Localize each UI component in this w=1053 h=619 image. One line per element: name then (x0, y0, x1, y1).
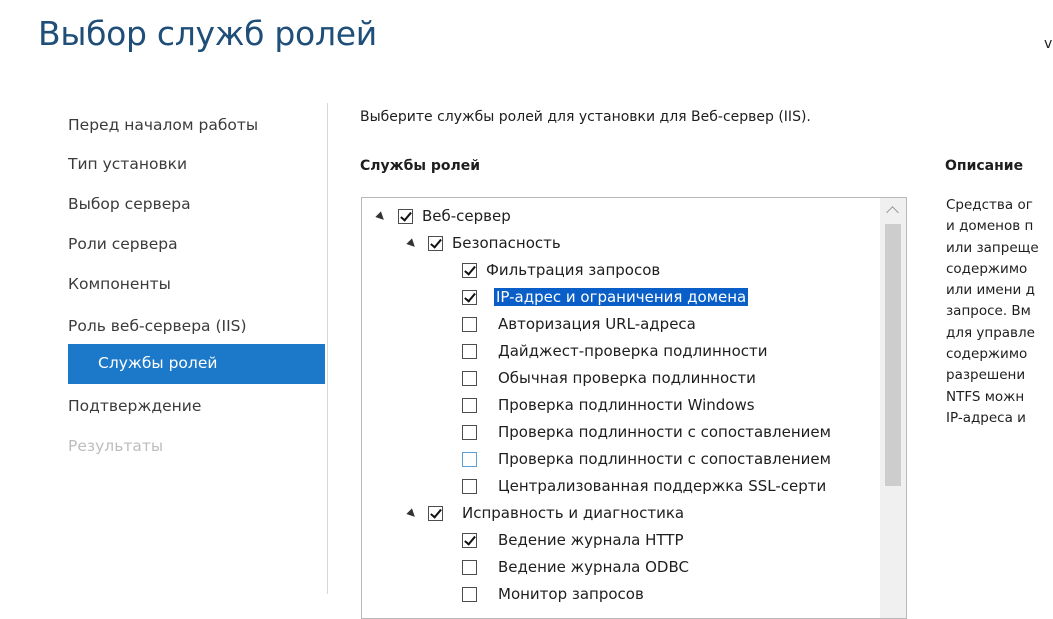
description-line: или запреще (946, 239, 1039, 256)
tree-item-client-cert-mapping-auth[interactable]: Проверка подлинности с сопоставлением (362, 421, 880, 448)
tree-item-windows-auth[interactable]: Проверка подлинности Windows (362, 394, 880, 421)
instruction-text: Выберите службы ролей для установки для … (360, 109, 811, 125)
tree-item-label: Проверка подлинности с сопоставлением (498, 423, 831, 441)
checkbox[interactable] (462, 317, 477, 332)
description-line: содержимо (946, 260, 1028, 277)
checkbox[interactable] (462, 290, 477, 305)
checkbox[interactable] (462, 452, 477, 467)
nav-item-web-server-role[interactable]: Роль веб-сервера (IIS) (68, 317, 247, 335)
description-line: и доменов п (946, 218, 1034, 235)
tree-item-health-diagnostics[interactable]: Исправность и диагностика (362, 502, 880, 529)
tree-item-label: Безопасность (452, 234, 561, 252)
tree-item-label: IP-адрес и ограничения домена (494, 288, 749, 306)
description-header: Описание (945, 158, 1024, 174)
vertical-scrollbar[interactable] (880, 198, 906, 618)
tree-item-label: Фильтрация запросов (486, 261, 661, 279)
checkbox[interactable] (462, 560, 477, 575)
tree-item-basic-auth[interactable]: Обычная проверка подлинности (362, 367, 880, 394)
tree-item-label: Проверка подлинности Windows (498, 396, 755, 414)
checkbox[interactable] (428, 236, 443, 251)
tree-item-ip-domain-restrictions[interactable]: IP-адрес и ограничения домена (362, 286, 880, 313)
tree-item-label: Централизованная поддержка SSL-серти (498, 477, 827, 495)
tree-item-digest-auth[interactable]: Дайджест-проверка подлинности (362, 340, 880, 367)
description-line: разрешени (946, 367, 1026, 384)
nav-divider (327, 103, 328, 594)
checkbox[interactable] (462, 398, 477, 413)
description-text: Средства ог и доменов п или запреще соде… (946, 195, 1053, 429)
nav-item-role-services-label: Службы ролей (98, 354, 218, 372)
nav-item-confirmation[interactable]: Подтверждение (68, 397, 201, 415)
description-line: Средства ог (946, 197, 1033, 213)
nav-item-features[interactable]: Компоненты (68, 275, 171, 293)
tree-item-label: Обычная проверка подлинности (498, 369, 756, 387)
checkbox[interactable] (428, 506, 443, 521)
scrollbar-thumb[interactable] (885, 224, 901, 486)
description-line: IP-адреса и (946, 409, 1026, 426)
checkbox[interactable] (462, 479, 477, 494)
checkbox[interactable] (462, 533, 477, 548)
description-line: запросе. Вм (946, 303, 1031, 320)
checkbox[interactable] (462, 263, 477, 278)
nav-item-role-services[interactable]: Службы ролей (68, 344, 325, 384)
tree-item-label: Монитор запросов (498, 585, 644, 603)
nav-item-before-you-begin[interactable]: Перед началом работы (68, 116, 258, 134)
nav-item-results: Результаты (68, 437, 164, 455)
tree-item-odbc-logging[interactable]: Ведение журнала ODBC (362, 556, 880, 583)
tree-item-url-authorization[interactable]: Авторизация URL-адреса (362, 313, 880, 340)
tree-item-request-monitor[interactable]: Монитор запросов (362, 583, 880, 610)
role-services-tree[interactable]: Веб-сервер Безопасность Фильтрация запро… (361, 197, 907, 619)
tree-item-centralized-ssl[interactable]: Централизованная поддержка SSL-серти (362, 475, 880, 502)
tree-item-label: Авторизация URL-адреса (498, 315, 696, 333)
checkbox[interactable] (398, 209, 413, 224)
tree-item-http-logging[interactable]: Ведение журнала HTTP (362, 529, 880, 556)
tree-item-label: Веб-сервер (422, 207, 511, 225)
nav-item-installation-type[interactable]: Тип установки (68, 155, 187, 173)
description-line: содержимо (946, 346, 1028, 363)
tree-item-iis-client-cert-mapping-auth[interactable]: Проверка подлинности с сопоставлением (362, 448, 880, 475)
description-line: или имени д (946, 282, 1035, 299)
checkbox[interactable] (462, 425, 477, 440)
collapse-arrow-icon[interactable] (375, 211, 387, 223)
tree-item-web-server[interactable]: Веб-сервер (362, 205, 880, 232)
tree-item-security[interactable]: Безопасность (362, 232, 880, 259)
tree-item-label: Ведение журнала HTTP (498, 531, 684, 549)
checkbox[interactable] (462, 587, 477, 602)
server-name: v (1044, 36, 1053, 52)
checkbox[interactable] (462, 344, 477, 359)
collapse-arrow-icon[interactable] (406, 508, 418, 520)
tree-item-request-filtering[interactable]: Фильтрация запросов (362, 259, 880, 286)
description-line: NTFS можн (946, 388, 1025, 405)
tree-item-label: Дайджест-проверка подлинности (498, 342, 768, 360)
tree-item-label: Ведение журнала ODBC (498, 558, 689, 576)
collapse-arrow-icon[interactable] (406, 238, 418, 250)
tree-item-label: Исправность и диагностика (462, 504, 685, 522)
role-services-header: Службы ролей (360, 158, 481, 174)
tree-item-label: Проверка подлинности с сопоставлением (498, 450, 831, 468)
description-line: для управле (946, 324, 1035, 341)
scroll-up-icon[interactable] (886, 206, 899, 219)
nav-item-server-selection[interactable]: Выбор сервера (68, 195, 191, 213)
nav-item-server-roles[interactable]: Роли сервера (68, 235, 178, 253)
checkbox[interactable] (462, 371, 477, 386)
page-title: Выбор служб ролей (38, 14, 377, 53)
